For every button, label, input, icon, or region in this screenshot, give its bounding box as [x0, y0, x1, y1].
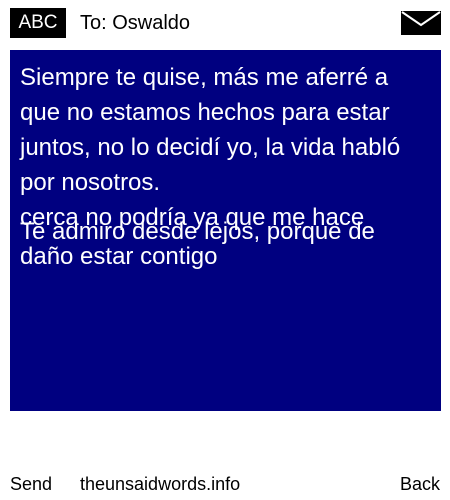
header-bar: ABC To: Oswaldo — [0, 0, 450, 44]
back-button[interactable]: Back — [400, 468, 440, 500]
message-body: Siempre te quise, más me aferré a que no… — [20, 64, 401, 231]
recipient-label: To: Oswaldo — [80, 12, 191, 34]
message-area[interactable]: Siempre te quise, más me aferré a que no… — [10, 50, 441, 411]
softkey-bar: Send theunsaidwords.info Back — [0, 468, 450, 500]
input-mode-badge[interactable]: ABC — [10, 8, 66, 38]
phone-screen: ABC To: Oswaldo Siempre te quise, más me… — [0, 0, 450, 500]
envelope-icon — [401, 11, 441, 35]
site-label: theunsaidwords.info — [80, 474, 241, 494]
message-overflow-text: Te admiro desde lejos, porque de daño es… — [20, 218, 375, 270]
send-button[interactable]: Send — [10, 468, 52, 500]
